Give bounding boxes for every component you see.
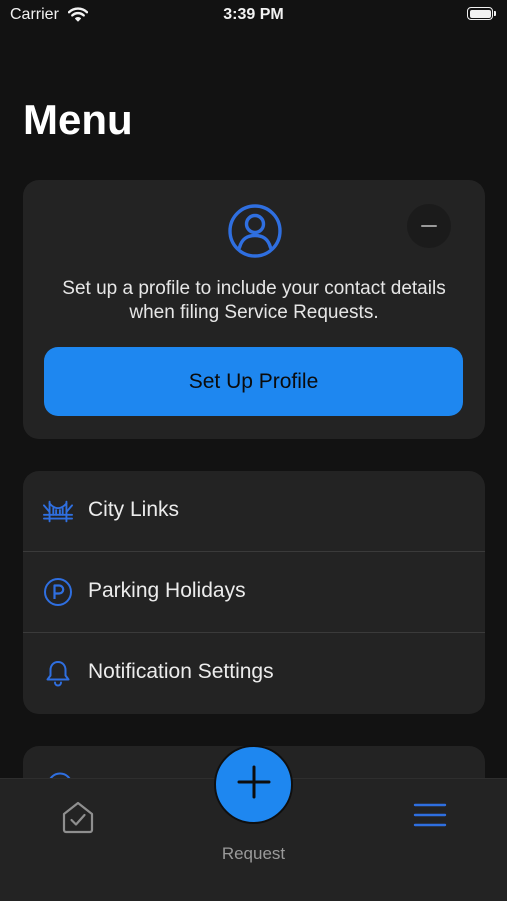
home-check-icon[interactable] (60, 799, 96, 840)
battery-icon (467, 7, 493, 20)
dismiss-button[interactable] (407, 204, 451, 248)
menu-item-notification-settings[interactable]: Notification Settings (23, 633, 485, 713)
page-title: Menu (23, 96, 133, 143)
set-up-profile-button[interactable]: Set Up Profile (44, 347, 463, 416)
menu-item-parking-holidays[interactable]: Parking Holidays (23, 552, 485, 632)
hamburger-menu-icon[interactable] (413, 801, 447, 834)
menu-item-label: City Links (88, 498, 180, 521)
battery-nub (494, 11, 496, 16)
profile-message: Set up a profile to include your contact… (62, 278, 446, 323)
status-time: 3:39 PM (223, 6, 284, 23)
person-circle-icon (227, 203, 283, 264)
bell-icon (43, 659, 73, 687)
menu-item-label: Parking Holidays (88, 579, 246, 602)
request-tab-label[interactable]: Request (0, 844, 507, 864)
bridge-icon (43, 497, 73, 525)
request-plus-button[interactable] (214, 745, 293, 824)
status-bar: Carrier 3:39 PM (0, 0, 507, 32)
menu-item-city-links[interactable]: City Links (23, 471, 485, 551)
plus-icon (237, 765, 271, 804)
profile-setup-card: Set up a profile to include your contact… (23, 180, 485, 439)
links-card: City Links Parking Holidays Notification… (23, 471, 485, 714)
minus-icon (421, 225, 437, 227)
parking-icon (43, 578, 73, 606)
menu-item-label: Notification Settings (88, 660, 274, 683)
